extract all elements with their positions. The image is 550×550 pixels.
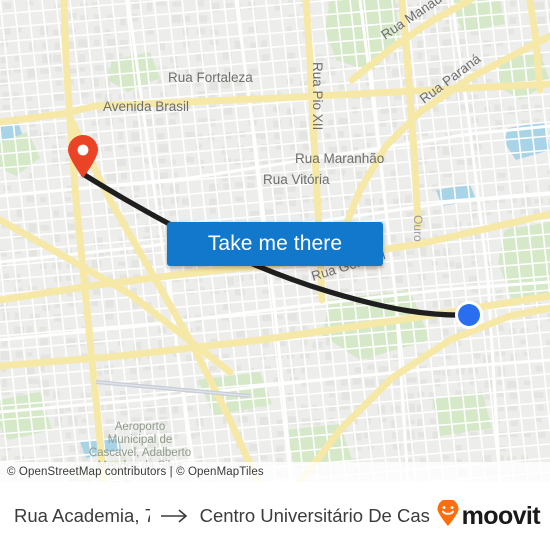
- destination-dot-marker[interactable]: [455, 301, 483, 329]
- street-label: Rua Fortaleza: [168, 70, 253, 85]
- origin-label: Rua Academia, 7...: [14, 505, 150, 526]
- trip-endpoints: Rua Academia, 7... Centro Universitário …: [14, 505, 430, 527]
- street-label: Rua Vitória: [263, 172, 330, 187]
- attribution-text: © OpenStreetMap contributors | © OpenMap…: [7, 466, 264, 478]
- map-attribution: © OpenStreetMap contributors | © OpenMap…: [0, 462, 550, 482]
- take-me-there-button[interactable]: Take me there: [167, 222, 383, 266]
- street-label: Rua Maranhão: [295, 151, 384, 166]
- moovit-wordmark: moovit: [461, 501, 541, 530]
- street-label: Rua Pio XII: [310, 62, 325, 130]
- place-label-line: Municipal de: [108, 434, 173, 446]
- arrow-right-icon: [160, 508, 190, 524]
- street-label: Avenida Brasil: [103, 99, 189, 114]
- place-label-line: Aeroporto: [115, 421, 166, 433]
- street-label: Ouro: [411, 215, 425, 242]
- moovit-pin-icon: [436, 498, 460, 532]
- moovit-trip-card: Rua Fortaleza Avenida Brasil Rua Manaus …: [0, 0, 550, 550]
- moovit-logo: moovit: [436, 498, 541, 532]
- place-label-line: Cascavel, Adalberto: [89, 447, 191, 459]
- trip-footer: Rua Academia, 7... Centro Universitário …: [0, 482, 550, 550]
- destination-label: Centro Universitário De Casca...: [199, 505, 430, 526]
